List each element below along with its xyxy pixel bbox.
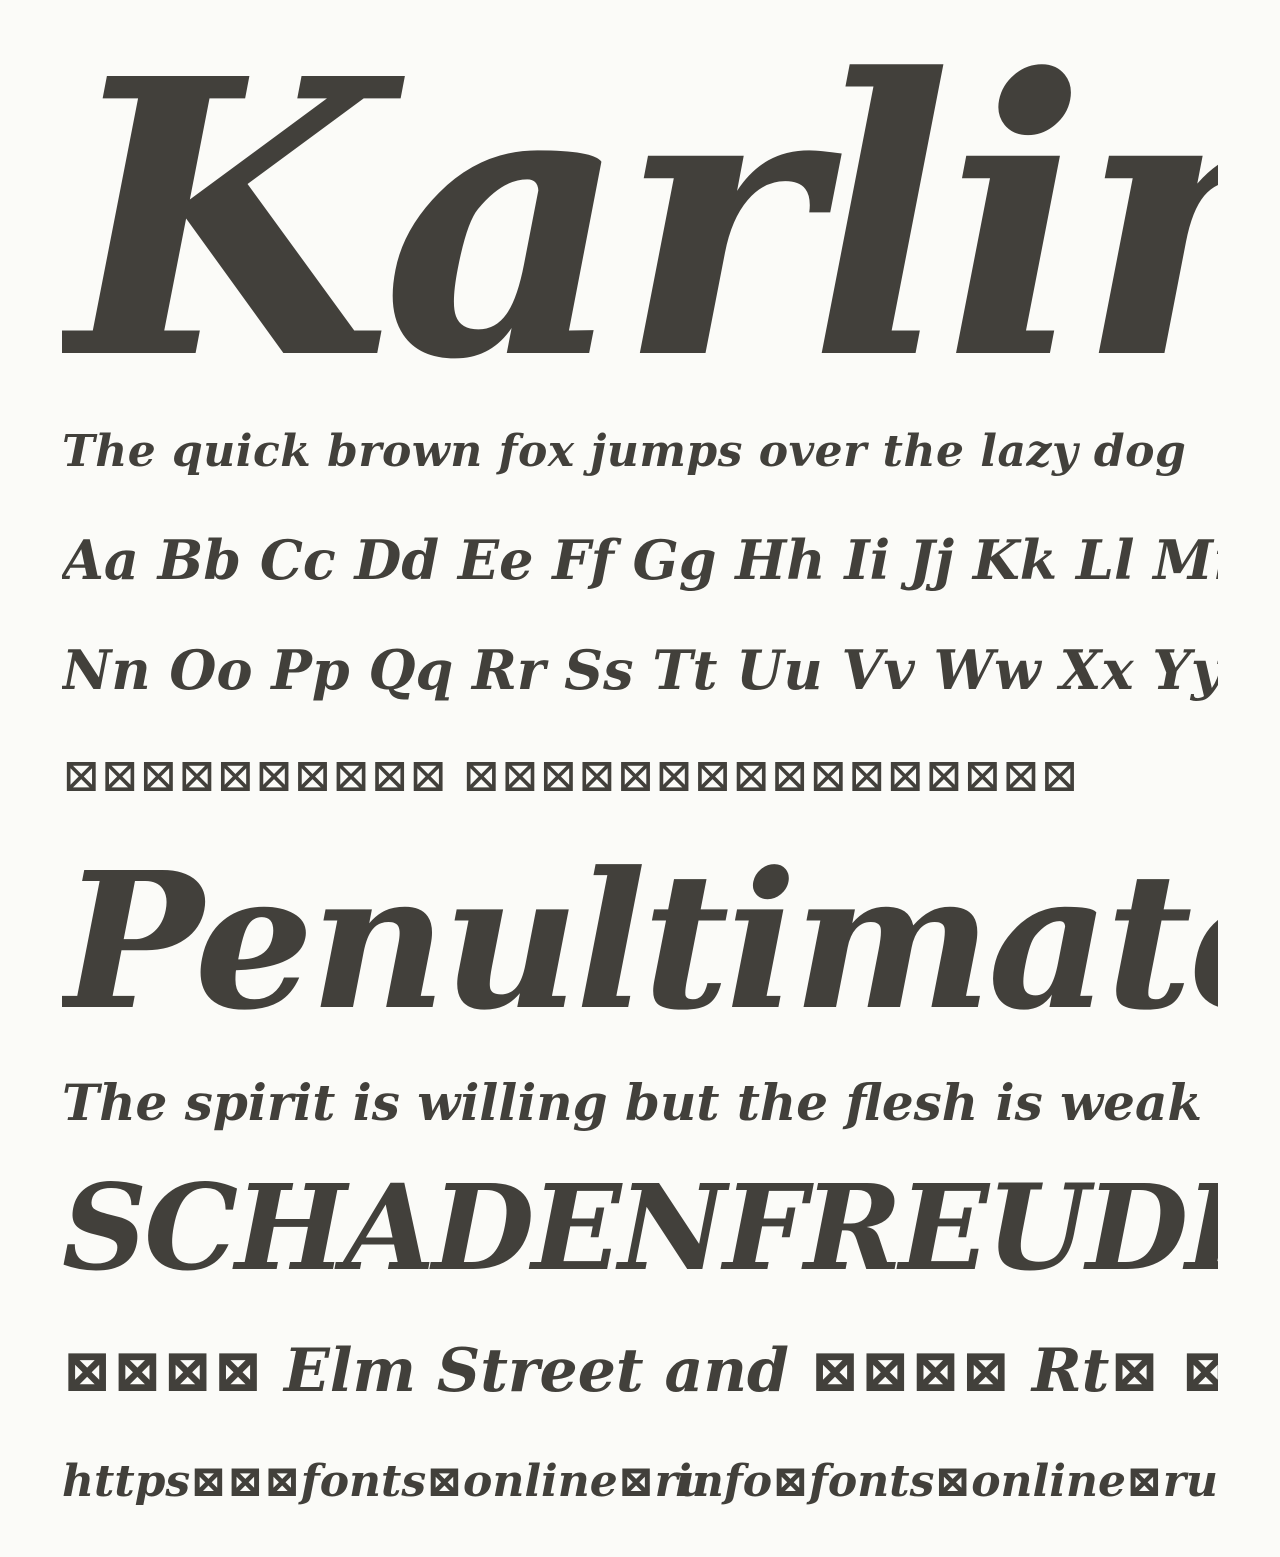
- sample-word: Penultimate: [62, 852, 1218, 1032]
- unsupported-glyph-row: ⊠⊠⊠⊠⊠⊠⊠⊠⊠⊠ ⊠⊠⊠⊠⊠⊠⊠⊠⊠⊠⊠⊠⊠⊠⊠⊠: [62, 748, 1079, 802]
- proverb-line: The spirit is willing but the flesh is w…: [62, 1073, 1203, 1132]
- address-line: ⊠⊠⊠⊠ Elm Street and ⊠⊠⊠⊠ Rt⊠ ⊠⊠: [62, 1336, 1218, 1406]
- specimen-title: Karlin: [62, 40, 1218, 400]
- alphabet-row-2: Nn Oo Pp Qq Rr Ss Tt Uu Vv Ww Xx Yy Zz: [62, 638, 1218, 702]
- footer-email: info⊠fonts⊠online⊠ru: [675, 1456, 1218, 1507]
- footer-url: https⊠⊠⊠fonts⊠online⊠ru: [62, 1456, 710, 1507]
- caps-word: SCHADENFREUDE: [62, 1168, 1218, 1288]
- alphabet-row-1: Aa Bb Cc Dd Ee Ff Gg Hh Ii Jj Kk Ll Mm: [62, 528, 1218, 592]
- pangram-line: The quick brown fox jumps over the lazy …: [62, 426, 1187, 477]
